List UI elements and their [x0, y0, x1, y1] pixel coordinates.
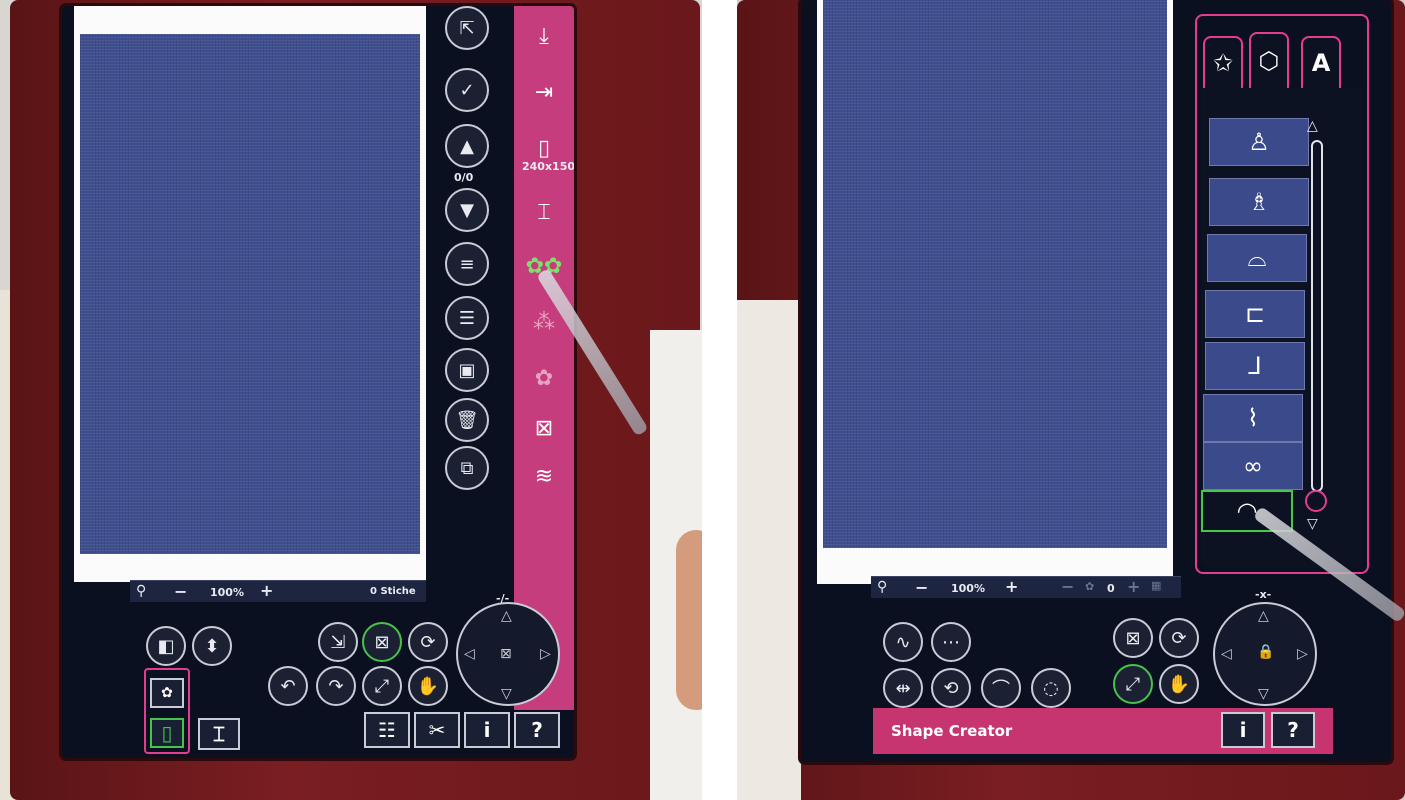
navigation-wheel[interactable]: △ ▽ ◁ ▷ ⊠: [456, 602, 560, 706]
hand: [676, 530, 702, 710]
butterfly-dim-icon: ✿: [534, 365, 554, 391]
move-icon[interactable]: ⊠: [362, 622, 402, 662]
hoop-size: 240x150: [522, 160, 574, 173]
scale-icon[interactable]: ⤢: [362, 666, 402, 706]
touch-screen-right: ⚲ − 100% + − ✿ 0 + ▦ ✩ ⬡ A ♙ ♗ ⌓ ⊏ ⅃ ⌇ ∞…: [801, 0, 1391, 762]
position-icon[interactable]: ⇲: [318, 622, 358, 662]
zoom-list-icon[interactable]: ⚲: [877, 579, 887, 595]
embroidery-canvas[interactable]: [823, 0, 1167, 548]
align-icon[interactable]: ⇥: [518, 72, 570, 112]
circle-shape-icon[interactable]: ◌: [1031, 668, 1071, 708]
copy-icon[interactable]: ⧉: [445, 446, 489, 490]
repeat-count: 0: [1107, 582, 1115, 595]
touch-screen-left: ⚲ − 100% + 0 Stiche ⇱ ✓ ▲ 0/0 ▼ ≡ ☰ ▣ 🗑 …: [62, 6, 574, 758]
scroll-down-icon[interactable]: ▽: [1307, 516, 1318, 532]
embroidery-canvas[interactable]: [80, 34, 420, 554]
arrow-right-icon[interactable]: ▷: [1297, 646, 1308, 662]
page-down-icon[interactable]: ▼: [445, 188, 489, 232]
trash-icon[interactable]: 🗑: [445, 398, 489, 442]
group-icon[interactable]: ▣: [445, 348, 489, 392]
zoom-out-button[interactable]: −: [915, 578, 928, 597]
zoom-list-icon[interactable]: ⚲: [136, 583, 146, 599]
rotate-shape-icon[interactable]: ⟲: [931, 668, 971, 708]
shape-high-heel-icon[interactable]: ⌇: [1203, 394, 1303, 442]
settings-tools-icon[interactable]: ✂: [414, 712, 460, 748]
list-icon[interactable]: ☰: [445, 296, 489, 340]
move-mode: -x-: [1255, 588, 1272, 601]
scale-icon[interactable]: ⤢: [1113, 664, 1153, 704]
arrow-down-icon[interactable]: ▽: [501, 686, 512, 702]
zoom-in-button[interactable]: +: [260, 581, 273, 600]
redo-icon[interactable]: ↷: [316, 666, 356, 706]
info-button[interactable]: i: [464, 712, 510, 748]
load-folder-icon[interactable]: ⤓: [518, 16, 570, 56]
rotate-icon[interactable]: ⟳: [408, 622, 448, 662]
move-mode: -/-: [496, 592, 510, 605]
repeat-plus-button: +: [1127, 577, 1141, 596]
calculator-icon: ▦: [1151, 579, 1162, 592]
table-surface: [737, 300, 801, 800]
arrow-up-icon[interactable]: △: [501, 608, 512, 624]
scrollbar-thumb[interactable]: [1305, 490, 1327, 512]
arc-icon[interactable]: ⌒: [981, 668, 1021, 708]
pan-hand-icon[interactable]: ✋: [408, 666, 448, 706]
presser-foot-icon[interactable]: ⌶: [198, 718, 240, 750]
arrow-left-icon[interactable]: ◁: [464, 646, 475, 662]
stitch-pattern-icon[interactable]: ≋: [518, 456, 570, 496]
embroidery-mode-icon[interactable]: ✿: [150, 678, 184, 708]
lock-icon[interactable]: 🔒: [1257, 644, 1274, 660]
info-button[interactable]: i: [1221, 712, 1265, 748]
scroll-up-icon[interactable]: △: [1307, 118, 1318, 134]
tab-text[interactable]: A: [1301, 36, 1341, 88]
arrow-down-icon[interactable]: ▽: [1258, 686, 1269, 702]
arrow-up-icon[interactable]: △: [1258, 608, 1269, 624]
right-photo: ⚲ − 100% + − ✿ 0 + ▦ ✩ ⬡ A ♙ ♗ ⌓ ⊏ ⅃ ⌇ ∞…: [737, 0, 1405, 800]
line-dots-icon[interactable]: ⋯: [931, 622, 971, 662]
repeat-minus-button: −: [1061, 577, 1075, 596]
zoom-bar: ⚲ − 100% + − ✿ 0 + ▦: [871, 576, 1181, 598]
zoom-out-button[interactable]: −: [174, 582, 187, 601]
thread-spool-icon[interactable]: ⌶: [518, 192, 570, 232]
shape-person-icon[interactable]: ♙: [1209, 118, 1309, 166]
shape-boot-icon[interactable]: ⅃: [1205, 342, 1305, 390]
move-icon[interactable]: ⊠: [1113, 618, 1153, 658]
shape-glasses-icon[interactable]: ∞: [1203, 442, 1303, 490]
butterfly-small-icon: ✿: [1085, 580, 1095, 593]
sewing-mode-icon[interactable]: ▯: [150, 718, 184, 748]
shape-person-skirt-icon[interactable]: ♗: [1209, 178, 1309, 226]
distance-icon[interactable]: ⇹: [883, 668, 923, 708]
undo-icon[interactable]: ↶: [268, 666, 308, 706]
zoom-in-button[interactable]: +: [1005, 577, 1018, 596]
tab-favorites[interactable]: ✩: [1203, 36, 1243, 88]
stitch-edit-icon[interactable]: ⊠: [518, 408, 570, 448]
help-button[interactable]: ?: [1271, 712, 1315, 748]
center-icon[interactable]: ⊠: [500, 646, 512, 662]
stitch-count: 0 Stiche: [370, 586, 416, 597]
wrap-icon[interactable]: ≡: [445, 242, 489, 286]
left-photo: ⚲ − 100% + 0 Stiche ⇱ ✓ ▲ 0/0 ▼ ≡ ☰ ▣ 🗑 …: [0, 0, 702, 800]
page-up-icon[interactable]: ▲: [445, 124, 489, 168]
check-design-icon[interactable]: ✓: [445, 68, 489, 112]
shape-van-icon[interactable]: ⊏: [1205, 290, 1305, 338]
shape-car-icon[interactable]: ⌓: [1207, 234, 1307, 282]
page-counter: 0/0: [454, 171, 474, 184]
curve-icon[interactable]: ∿: [883, 622, 923, 662]
zoom-level: 100%: [951, 582, 985, 595]
scrollbar-track[interactable]: [1311, 140, 1323, 492]
mirror-horizontal-icon[interactable]: ◧: [146, 626, 186, 666]
pan-hand-icon[interactable]: ✋: [1159, 664, 1199, 704]
arrow-right-icon[interactable]: ▷: [540, 646, 551, 662]
stitch-out-icon[interactable]: ⇱: [445, 6, 489, 50]
tab-shapes[interactable]: ⬡: [1249, 32, 1289, 88]
mirror-vertical-icon[interactable]: ⬍: [192, 626, 232, 666]
menu-icon[interactable]: ☷: [364, 712, 410, 748]
help-button[interactable]: ?: [514, 712, 560, 748]
rotate-icon[interactable]: ⟳: [1159, 618, 1199, 658]
zoom-level: 100%: [210, 586, 244, 599]
zoom-bar: ⚲ − 100% + 0 Stiche: [130, 580, 426, 602]
arrow-left-icon[interactable]: ◁: [1221, 646, 1232, 662]
navigation-wheel[interactable]: △ ▽ ◁ ▷ 🔒: [1213, 602, 1317, 706]
